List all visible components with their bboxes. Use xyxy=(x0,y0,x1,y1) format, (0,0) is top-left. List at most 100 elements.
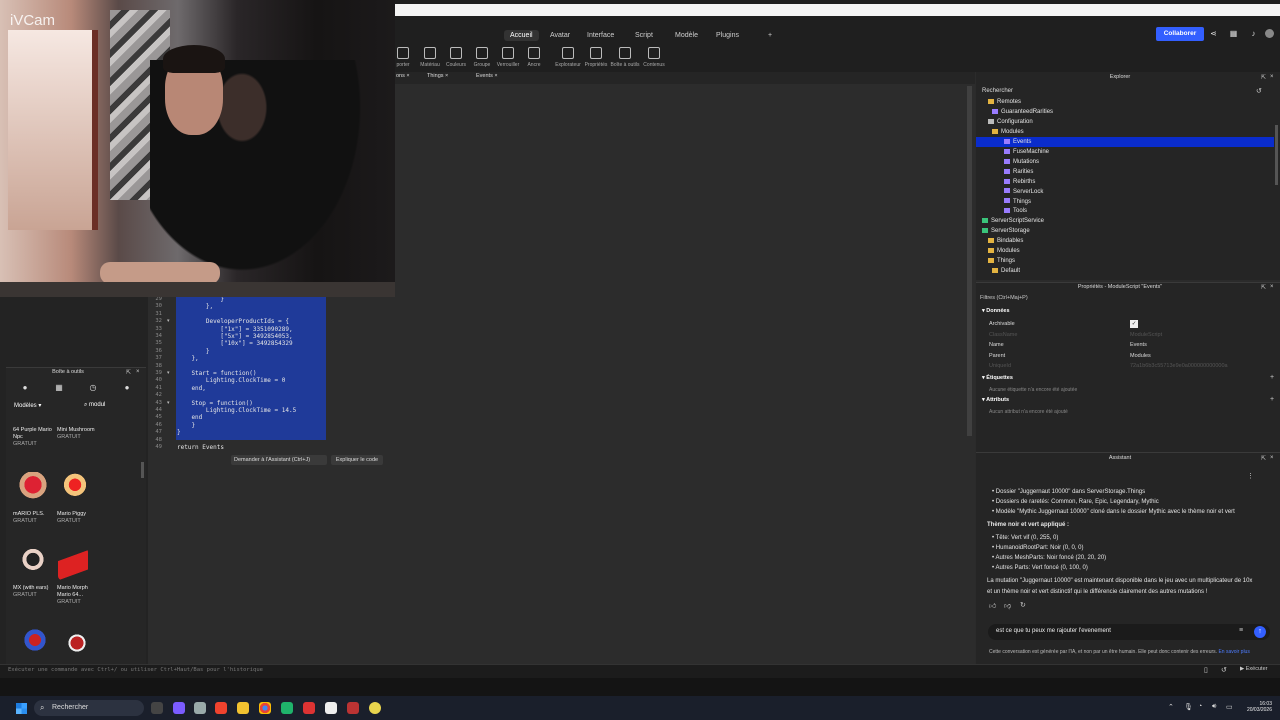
editor-scrollbar[interactable] xyxy=(967,86,972,436)
toolbox-category-select[interactable]: Modèles ▾ xyxy=(14,402,41,409)
add-attribute-icon[interactable]: + xyxy=(1270,396,1274,403)
explorer-item[interactable]: Remotes xyxy=(988,97,1021,107)
toolbox-item[interactable]: Mario Morph Mario 64... GRATUIT xyxy=(57,585,97,606)
code-line[interactable]: }, xyxy=(177,303,214,311)
explorer-item[interactable]: ServerScriptService xyxy=(982,216,1044,226)
explorer-scrollbar[interactable] xyxy=(1275,125,1278,185)
folder-icon[interactable] xyxy=(237,702,249,714)
tool-anchor[interactable]: Ancre xyxy=(517,47,551,68)
app-red-icon[interactable] xyxy=(303,702,315,714)
explorer-item[interactable]: Modules xyxy=(988,246,1020,256)
fold-toggle-icon[interactable]: ▾ xyxy=(167,400,170,406)
tab-script[interactable]: Script xyxy=(629,30,659,41)
thumbs-down-icon[interactable]: 👎︎ xyxy=(1004,601,1011,610)
section-tags[interactable]: ▾ Étiquettes xyxy=(982,375,1013,381)
explorer-item[interactable]: ServerLock xyxy=(1004,187,1043,197)
app-green-icon[interactable] xyxy=(281,702,293,714)
toolbox-popout-icon[interactable]: ⇱ xyxy=(126,369,131,376)
app-maroon-icon[interactable] xyxy=(347,702,359,714)
code-line[interactable]: } xyxy=(177,421,196,430)
prop-value[interactable]: Modules xyxy=(1130,353,1151,359)
app-white-icon[interactable] xyxy=(325,702,337,714)
explorer-item[interactable]: Things xyxy=(988,256,1015,266)
properties-popout-icon[interactable]: ⇱ xyxy=(1261,284,1266,291)
section-attributes[interactable]: ▾ Attributs xyxy=(982,397,1009,403)
taskbar-search[interactable] xyxy=(34,700,144,716)
settings-sliders-icon[interactable]: ≡ xyxy=(1239,627,1243,634)
toolbox-close-icon[interactable]: × xyxy=(136,369,140,375)
avatar[interactable] xyxy=(1265,29,1274,38)
explorer-item[interactable]: Configuration xyxy=(988,117,1033,127)
explorer-close-icon[interactable]: × xyxy=(1270,74,1274,80)
browser-icon[interactable] xyxy=(215,702,227,714)
fold-toggle-icon[interactable]: ▾ xyxy=(167,370,170,376)
location-icon[interactable]: ● xyxy=(122,383,132,393)
doc-tab-partial[interactable]: ons × xyxy=(396,73,410,79)
inventory-icon[interactable]: ● xyxy=(20,383,30,393)
toolbox-item[interactable]: Mario Piggy GRATUIT xyxy=(57,511,97,525)
tool-contents[interactable]: Contenus xyxy=(637,47,671,68)
tab-accueil[interactable]: Accueil xyxy=(504,30,539,41)
explorer-item[interactable]: Things xyxy=(1004,197,1031,207)
toolbox-item-thumbnail[interactable] xyxy=(60,472,90,504)
windows-start-icon[interactable] xyxy=(16,703,27,714)
doc-tab-things[interactable]: Things × xyxy=(427,73,448,79)
prop-value[interactable]: Events xyxy=(1130,342,1147,348)
explorer-item[interactable]: Events xyxy=(1004,137,1031,147)
add-tag-icon[interactable]: + xyxy=(1270,374,1274,381)
code-line[interactable]: ["1x"] = 3351090289, xyxy=(177,325,293,334)
run-command-button[interactable]: ▶ Exécuter xyxy=(1240,666,1267,672)
explorer-item[interactable]: Rarities xyxy=(1004,167,1033,177)
tray-chevron-icon[interactable]: ⌃ xyxy=(1168,703,1174,711)
explorer-search-input[interactable]: Rechercher xyxy=(982,88,1013,94)
discord-icon[interactable] xyxy=(173,702,185,714)
send-button[interactable]: ↑ xyxy=(1254,626,1266,638)
clock[interactable]: 16:03 20/03/2026 xyxy=(1242,701,1272,713)
code-line[interactable]: Lighting.ClockTime = 0 xyxy=(177,377,286,385)
chrome-icon[interactable] xyxy=(259,702,271,714)
doc-tab-events[interactable]: Events × xyxy=(476,73,498,79)
share-icon[interactable]: ⋖ xyxy=(1209,29,1218,38)
code-line[interactable]: return Events xyxy=(177,444,224,452)
explorer-item[interactable]: Bindables xyxy=(988,236,1023,246)
assistant-close-icon[interactable]: × xyxy=(1270,455,1274,461)
code-line[interactable]: ["10x"] = 3492854329 xyxy=(177,340,293,348)
toolbox-item-thumbnail[interactable] xyxy=(20,628,50,658)
grid-icon[interactable]: ▦ xyxy=(1229,29,1238,38)
volume-icon[interactable]: 🔊︎ xyxy=(1212,703,1216,711)
tab-plugins[interactable]: Plugins xyxy=(710,30,745,41)
toolbox-scrollbar[interactable] xyxy=(141,462,144,478)
add-tab-icon[interactable]: + xyxy=(762,30,778,41)
toolbox-search-input[interactable]: ⌕ modul xyxy=(84,402,105,409)
regenerate-icon[interactable]: ↻ xyxy=(1020,601,1026,609)
assistant-menu-icon[interactable]: ⋮ xyxy=(1247,472,1254,480)
explorer-item[interactable]: Tools xyxy=(1004,206,1027,216)
explorer-popout-icon[interactable]: ⇱ xyxy=(1261,74,1266,81)
properties-filter-input[interactable]: Filtres (Ctrl+Maj+P) xyxy=(980,295,1028,301)
toolbox-item-thumbnail[interactable] xyxy=(58,548,88,580)
settings-app-icon[interactable] xyxy=(194,702,206,714)
assistant-input-text[interactable]: est ce que tu peux me rajouter l'eveneme… xyxy=(996,628,1111,634)
battery-icon[interactable]: ▭ xyxy=(1226,703,1233,711)
code-line[interactable]: DeveloperProductIds = { xyxy=(177,318,289,326)
explorer-item[interactable]: Modules xyxy=(992,127,1024,137)
recent-icon[interactable]: ◷ xyxy=(88,383,98,393)
code-line[interactable]: } xyxy=(177,347,210,356)
toolbox-item-thumbnail[interactable] xyxy=(62,628,92,658)
section-data[interactable]: ▾ Données xyxy=(982,308,1010,314)
app-yellow-icon[interactable] xyxy=(369,702,381,714)
toolbox-item[interactable]: Mini Mushroom GRATUIT xyxy=(57,427,97,441)
collaborate-button[interactable]: Collaborer xyxy=(1156,27,1204,41)
code-line[interactable]: Lighting.ClockTime = 14.5 xyxy=(177,407,297,415)
explorer-item[interactable]: Mutations xyxy=(1004,157,1039,167)
learn-more-link[interactable]: En savoir plus xyxy=(1218,649,1249,655)
explorer-item[interactable]: FuseMachine xyxy=(1004,147,1049,157)
code-line[interactable]: Stop = function() xyxy=(177,399,253,408)
code-line[interactable]: end, xyxy=(177,384,206,393)
history-icon[interactable]: ↺ xyxy=(1221,666,1227,674)
toolbox-item-thumbnail[interactable] xyxy=(18,545,48,577)
toolbox-item[interactable]: 64 Purple Mario Npc GRATUIT xyxy=(13,427,53,448)
archivable-checkbox[interactable]: ✓ xyxy=(1130,320,1138,328)
explain-code-button[interactable]: Expliquer le code xyxy=(331,455,383,465)
tab-avatar[interactable]: Avatar xyxy=(544,30,576,41)
